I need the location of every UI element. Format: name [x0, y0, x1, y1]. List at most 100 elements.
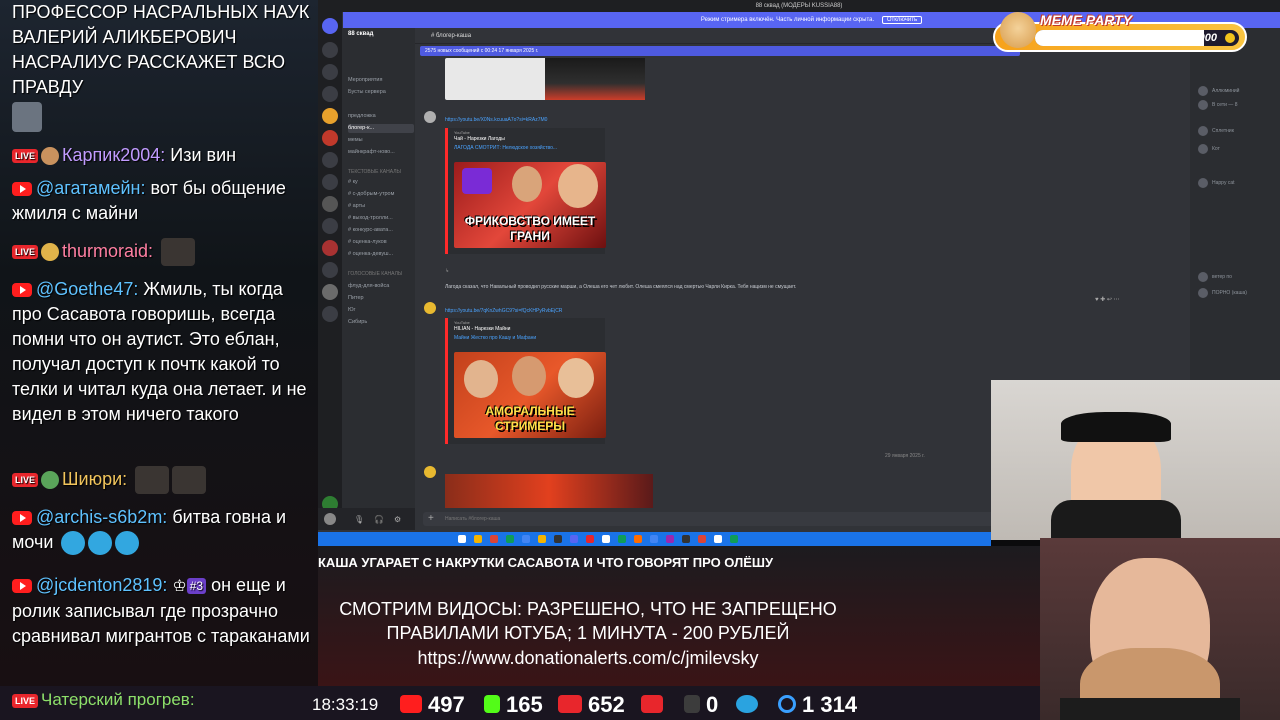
- member-avatar[interactable]: [1198, 144, 1208, 154]
- message-avatar[interactable]: [424, 302, 436, 314]
- taskbar-app-icon[interactable]: [682, 535, 690, 543]
- donate-rule-line-1: СМОТРИМ ВИДОСЫ: РАЗРЕШЕНО, ЧТО НЕ ЗАПРЕЩ…: [339, 599, 837, 619]
- server-icon[interactable]: [322, 240, 338, 256]
- embed-title-link[interactable]: Майни Жестко про Кашу и Мафани: [454, 335, 536, 341]
- server-icon[interactable]: [322, 218, 338, 234]
- embed-title-link[interactable]: ЛАГОДА СМОТРИТ: Нелюдское хозяйство...: [454, 145, 557, 151]
- member-avatar[interactable]: [1198, 86, 1208, 96]
- taskbar-app-icon[interactable]: [698, 535, 706, 543]
- server-icon[interactable]: [322, 130, 338, 146]
- member-avatar[interactable]: [1198, 178, 1208, 188]
- channel-category[interactable]: ГОЛОСОВЫЕ КАНАЛЫ: [348, 270, 414, 279]
- doge-icon: [1000, 12, 1036, 48]
- channel-item[interactable]: # арты: [348, 202, 414, 211]
- server-icon[interactable]: [322, 284, 338, 300]
- gear-icon[interactable]: ⚙: [394, 515, 401, 524]
- mic-icon[interactable]: 🎙: [354, 515, 364, 524]
- channel-item[interactable]: # с-добрым-утром: [348, 190, 414, 199]
- server-icon[interactable]: [322, 42, 338, 58]
- server-icon[interactable]: [322, 174, 338, 190]
- chat-message-text: Изи вин: [170, 145, 237, 165]
- message-link[interactable]: https://youtu.be/7qKnZwhGC9?si=fQcKHPyRv…: [445, 308, 562, 314]
- discord-home-icon[interactable]: [322, 18, 338, 34]
- channel-item[interactable]: # оценка-луков: [348, 238, 414, 247]
- member-avatar[interactable]: [1198, 272, 1208, 282]
- member-avatar[interactable]: [1198, 100, 1208, 110]
- add-attachment-icon[interactable]: +: [428, 512, 434, 526]
- member-name[interactable]: Аллюминий: [1212, 88, 1239, 94]
- taskbar-app-icon[interactable]: [666, 535, 674, 543]
- channel-item[interactable]: Питер: [348, 294, 414, 303]
- donation-link[interactable]: https://www.donationalerts.com/c/jmilevs…: [318, 648, 858, 669]
- channel-item[interactable]: Мероприятия: [348, 76, 414, 85]
- server-icon[interactable]: [322, 152, 338, 168]
- server-name[interactable]: 88 сквад: [348, 31, 373, 37]
- chat-nick: @jcdenton2819:: [36, 575, 168, 595]
- channel-item[interactable]: Сибирь: [348, 318, 414, 327]
- channel-item[interactable]: # выход-тролли...: [348, 214, 414, 223]
- taskbar-app-icon[interactable]: [602, 535, 610, 543]
- video-thumbnail[interactable]: ФРИКОВСТВО ИМЕЕТ ГРАНИ: [454, 162, 606, 248]
- headphones-icon[interactable]: 🎧: [374, 515, 384, 524]
- taskbar-app-icon[interactable]: [570, 535, 578, 543]
- taskbar-app-icon[interactable]: [554, 535, 562, 543]
- banner-text: Режим стримера включён. Часть личной инф…: [700, 17, 875, 23]
- taskbar-app-icon[interactable]: [618, 535, 626, 543]
- emote-icon: [172, 466, 207, 494]
- taskbar-app-icon[interactable]: [714, 535, 722, 543]
- telegram-stat: [736, 686, 764, 720]
- taskbar-app-icon[interactable]: [490, 535, 498, 543]
- total-viewers: 1 314: [778, 686, 857, 720]
- channel-item[interactable]: блогер-к...: [348, 124, 414, 133]
- taskbar-app-icon[interactable]: [538, 535, 546, 543]
- member-name[interactable]: ПОРНО (каша): [1212, 290, 1247, 296]
- new-messages-bar[interactable]: 2575 новых сообщений с 00:24 17 января 2…: [420, 46, 1020, 56]
- disable-streamer-mode-button[interactable]: Отключить: [881, 16, 923, 24]
- message-avatar[interactable]: [424, 466, 436, 478]
- member-name[interactable]: Happy cat: [1212, 180, 1235, 186]
- taskbar-app-icon[interactable]: [522, 535, 530, 543]
- taskbar-app-icon[interactable]: [506, 535, 514, 543]
- channel-item[interactable]: # оценка-девуш...: [348, 250, 414, 259]
- server-icon[interactable]: [322, 306, 338, 322]
- member-avatar[interactable]: [1198, 288, 1208, 298]
- date-divider: 29 января 2025 г.: [885, 453, 925, 459]
- member-avatar[interactable]: [1198, 126, 1208, 136]
- server-list: [318, 12, 342, 530]
- taskbar-app-icon[interactable]: [650, 535, 658, 543]
- member-name[interactable]: В сети — 8: [1212, 102, 1237, 108]
- taskbar-app-icon[interactable]: [458, 535, 466, 543]
- taskbar-app-icon[interactable]: [634, 535, 642, 543]
- server-icon[interactable]: [322, 196, 338, 212]
- taskbar-app-icon[interactable]: [474, 535, 482, 543]
- channel-item[interactable]: майнкрафт-ново...: [348, 148, 414, 157]
- taskbar-app-icon[interactable]: [586, 535, 594, 543]
- attached-image[interactable]: [445, 474, 653, 508]
- member-name[interactable]: ветер по: [1212, 274, 1232, 280]
- channel-item[interactable]: # ку: [348, 178, 414, 187]
- attached-image[interactable]: [545, 58, 645, 100]
- member-name[interactable]: Кот: [1212, 146, 1220, 152]
- server-icon[interactable]: [322, 86, 338, 102]
- server-icon[interactable]: [322, 262, 338, 278]
- channel-item[interactable]: флуд-для-войса: [348, 282, 414, 291]
- message-reactions[interactable]: ♥ ✚ ↩ ⋯: [1095, 296, 1120, 303]
- channel-item[interactable]: # конкурс-авата...: [348, 226, 414, 235]
- server-icon[interactable]: [322, 64, 338, 80]
- member-name[interactable]: Сплетник: [1212, 128, 1234, 134]
- server-icon[interactable]: [322, 108, 338, 124]
- guest-webcam: [991, 380, 1280, 540]
- taskbar-app-icon[interactable]: [730, 535, 738, 543]
- channel-item[interactable]: предложка: [348, 112, 414, 121]
- thumbnail-caption: АМОРАЛЬНЫЕ СТРИМЕРЫ: [485, 404, 575, 433]
- channel-item[interactable]: мемы: [348, 136, 414, 145]
- person-face: [558, 164, 598, 208]
- video-thumbnail[interactable]: АМОРАЛЬНЫЕ СТРИМЕРЫ: [454, 352, 606, 438]
- channel-item[interactable]: Юг: [348, 306, 414, 315]
- message-link[interactable]: https://youtu.be/X0Ns.kcuuaA7o?si=kRAz7M…: [445, 117, 547, 123]
- message-avatar[interactable]: [424, 111, 436, 123]
- member-badge: #3: [186, 578, 207, 595]
- user-avatar[interactable]: [324, 513, 336, 525]
- channel-category[interactable]: ТЕКСТОВЫЕ КАНАЛЫ: [348, 168, 414, 177]
- channel-item[interactable]: Бусты сервера: [348, 88, 414, 97]
